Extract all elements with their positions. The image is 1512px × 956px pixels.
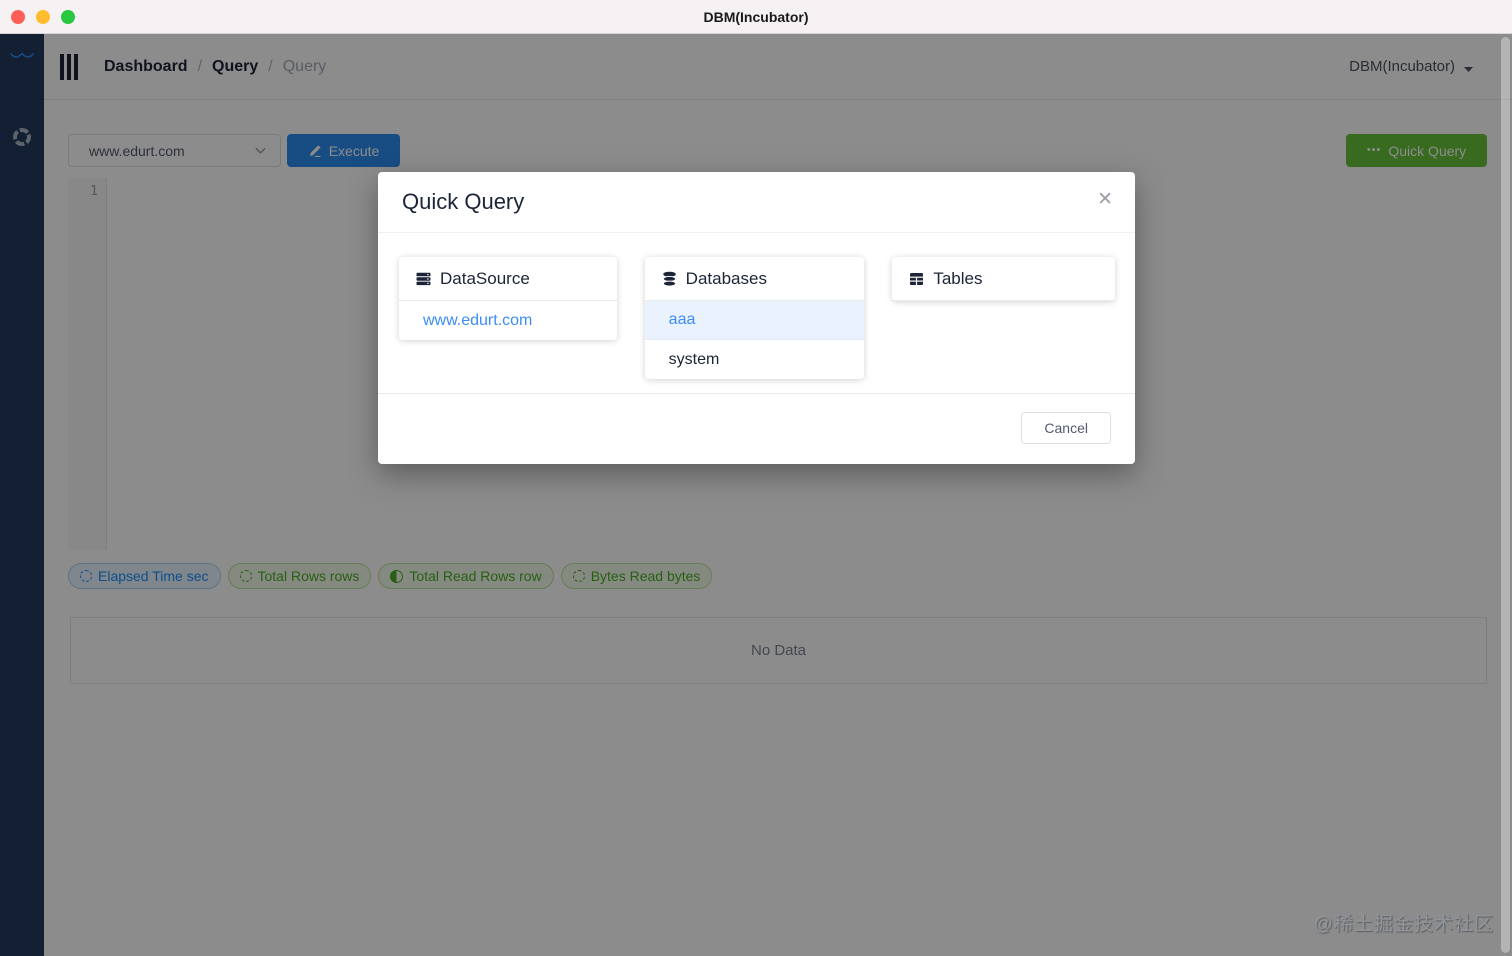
app-window: DBM(Incubator) Dashboard / Query / Query… xyxy=(0,0,1512,956)
window-title: DBM(Incubator) xyxy=(703,8,809,25)
window-scrollbar[interactable] xyxy=(1501,37,1510,953)
modal-footer: Cancel xyxy=(378,393,1135,464)
datasource-item[interactable]: www.edurt.com xyxy=(399,301,617,340)
quick-query-modal: Quick Query ✕ DataSource www.edurt.com D… xyxy=(378,172,1135,464)
databases-panel: Databases aaa system xyxy=(644,257,865,379)
modal-title: Quick Query xyxy=(402,189,525,214)
tables-panel-header: Tables xyxy=(892,257,1115,301)
databases-panel-title: Databases xyxy=(685,268,767,288)
datasource-panel: DataSource www.edurt.com xyxy=(399,257,617,340)
close-window-button[interactable] xyxy=(11,10,25,24)
cancel-button[interactable]: Cancel xyxy=(1021,412,1111,444)
zoom-window-button[interactable] xyxy=(61,10,75,24)
server-icon xyxy=(416,272,431,285)
database-item-selected[interactable]: aaa xyxy=(644,301,865,340)
macos-titlebar: DBM(Incubator) xyxy=(0,0,1512,34)
datasource-panel-title: DataSource xyxy=(440,268,530,288)
tables-panel: Tables xyxy=(892,257,1115,301)
modal-body: DataSource www.edurt.com Databases aaa s… xyxy=(378,233,1135,393)
tables-panel-title: Tables xyxy=(933,268,983,288)
database-item[interactable]: system xyxy=(645,340,865,379)
table-icon xyxy=(910,272,924,285)
database-icon xyxy=(662,271,676,287)
modal-header: Quick Query ✕ xyxy=(378,172,1135,233)
traffic-lights xyxy=(11,10,75,24)
close-icon[interactable]: ✕ xyxy=(1097,190,1113,209)
watermark-text: @稀土掘金技术社区 xyxy=(1313,914,1494,935)
databases-panel-header: Databases xyxy=(644,257,865,301)
datasource-panel-header: DataSource xyxy=(399,257,617,301)
minimize-window-button[interactable] xyxy=(36,10,50,24)
